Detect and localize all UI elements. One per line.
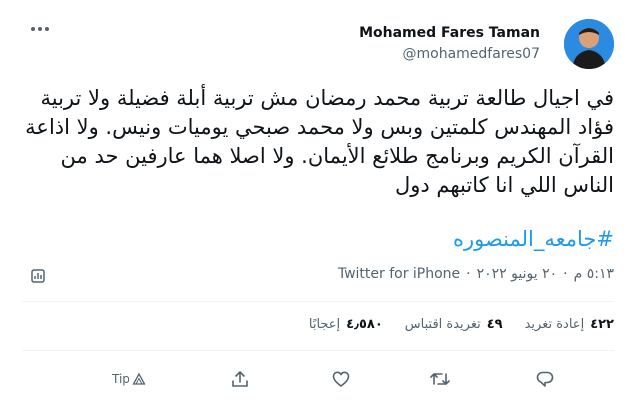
likes-stat[interactable]: ٤٫٥٨٠ إعجابًا: [309, 317, 383, 332]
author-block[interactable]: Mohamed Fares Taman @mohamedfares07: [359, 24, 540, 63]
divider: [22, 350, 614, 351]
like-icon[interactable]: [330, 368, 352, 390]
more-icon[interactable]: [31, 24, 51, 34]
more-dot: [31, 27, 35, 31]
action-bar: [22, 366, 614, 394]
share-icon[interactable]: [229, 368, 251, 390]
meta-separator: ·: [563, 266, 568, 282]
meta-separator: ·: [466, 266, 471, 282]
quotes-count: ٤٩: [486, 317, 503, 332]
retweet-icon[interactable]: [429, 368, 451, 390]
quotes-stat[interactable]: ٤٩ تغريدة اقتباس: [405, 317, 503, 332]
divider: [22, 301, 614, 302]
more-dot: [38, 27, 42, 31]
author-name[interactable]: Mohamed Fares Taman: [359, 24, 540, 42]
reply-icon[interactable]: [534, 368, 556, 390]
tweet-time[interactable]: ٥:١٣ م: [574, 266, 614, 282]
analytics-icon[interactable]: [30, 268, 46, 284]
avatar[interactable]: [564, 19, 614, 69]
tweet-source[interactable]: Twitter for iPhone: [338, 266, 460, 282]
retweets-label: إعادة تغريد: [524, 317, 585, 332]
avatar-image: [564, 19, 614, 69]
more-dot: [45, 27, 49, 31]
quotes-label: تغريدة اقتباس: [404, 317, 481, 332]
author-handle[interactable]: @mohamedfares07: [359, 45, 540, 63]
hashtag-link[interactable]: #جامعه_المنصوره: [453, 227, 614, 251]
retweets-stat[interactable]: ٤٢٢ إعادة تغريد: [525, 317, 614, 332]
tweet-meta: ٥:١٣ م · ٢٠ يونيو ٢٠٢٢ · Twitter for iPh…: [338, 266, 614, 282]
tweet-text: في اجيال طالعة تربية محمد رمضان مش تربية…: [25, 86, 614, 197]
retweets-count: ٤٢٢: [590, 317, 614, 332]
tweet-date[interactable]: ٢٠ يونيو ٢٠٢٢: [477, 266, 558, 282]
likes-label: إعجابًا: [308, 317, 341, 332]
likes-count: ٤٫٥٨٠: [346, 317, 383, 332]
tweet-stats: ٤٢٢ إعادة تغريد ٤٩ تغريدة اقتباس ٤٫٥٨٠ إ…: [309, 317, 614, 332]
